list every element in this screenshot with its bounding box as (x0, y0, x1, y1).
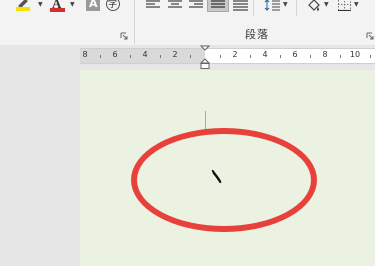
horizontal-ruler[interactable]: 8 6 4 2 2 4 6 8 10 (80, 48, 375, 64)
highlight-ellipse (131, 128, 317, 232)
justify-button[interactable] (207, 0, 229, 12)
font-color-button[interactable]: A (50, 0, 66, 12)
ruler-tick (310, 55, 311, 58)
ruler-tick (100, 55, 101, 58)
highlight-dropdown-arrow[interactable]: ▼ (38, 1, 43, 8)
ruler-label: 6 (112, 50, 118, 59)
text-highlight-button[interactable] (16, 0, 38, 12)
justify-icon (211, 0, 225, 8)
align-center-icon[interactable] (168, 0, 182, 10)
borders-icon[interactable] (338, 0, 351, 11)
chinese-stroke-dian (211, 169, 222, 184)
line-spacing-dropdown-arrow[interactable]: ▼ (283, 1, 288, 8)
ruler-tick (250, 55, 251, 58)
ruler-tick (220, 55, 221, 58)
enclose-characters-button[interactable]: 字 (106, 0, 120, 11)
ruler-label: 8 (322, 50, 328, 59)
shading-dropdown-arrow[interactable]: ▼ (324, 1, 329, 8)
ruler-tick (370, 55, 371, 58)
ruler-label: 4 (142, 50, 148, 59)
character-shading-letter: A (89, 0, 98, 10)
shading-bucket-icon[interactable] (306, 0, 322, 12)
indent-marker-icon[interactable] (200, 45, 210, 71)
font-dialog-launcher-icon[interactable] (120, 32, 128, 40)
ruler-tick (160, 55, 161, 58)
character-shading-button[interactable]: A (86, 0, 100, 11)
line-spacing-icon[interactable] (264, 0, 280, 12)
group-separator (253, 0, 254, 16)
paragraph-group-label: 段落 (245, 28, 269, 41)
text-boundary-mark (205, 111, 206, 130)
ruler-label: 4 (262, 50, 268, 59)
ruler-label: 2 (232, 50, 238, 59)
group-separator (296, 0, 297, 16)
ruler-label: 10 (349, 50, 361, 59)
enclose-characters-glyph: 字 (108, 0, 118, 10)
ribbon: ▼ A ▼ A 字 ▼ ▼ ▼ 段落 (0, 0, 375, 46)
highlight-color-bar (16, 7, 30, 11)
ruler-label: 6 (292, 50, 298, 59)
ruler-tick (340, 55, 341, 58)
paragraph-dialog-launcher-icon[interactable] (366, 32, 374, 40)
font-color-bar (50, 8, 65, 12)
ruler-tick (130, 55, 131, 58)
ruler-tick (280, 55, 281, 58)
ruler-label: 8 (82, 50, 88, 59)
ruler-label: 2 (172, 50, 178, 59)
borders-dropdown-arrow[interactable]: ▼ (354, 1, 359, 8)
font-color-dropdown-arrow[interactable]: ▼ (70, 1, 75, 8)
distributed-align-icon[interactable] (233, 0, 248, 11)
ruler-tick (190, 55, 191, 58)
align-right-icon[interactable] (189, 0, 203, 10)
align-left-icon[interactable] (146, 0, 160, 10)
group-separator (134, 0, 135, 44)
